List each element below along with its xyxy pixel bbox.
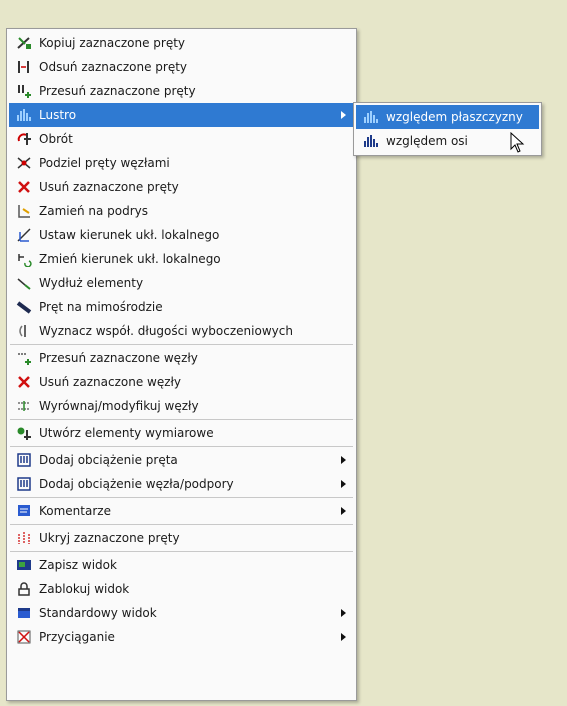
menu-item-comments[interactable]: Komentarze [9,499,354,523]
delete-bars-icon [13,175,35,199]
menu-item-align-nodes[interactable]: Wyrównaj/modyfikuj węzły [9,394,354,418]
menu-item-label: Zamień na podrys [39,204,149,218]
save-view-icon [13,553,35,577]
menu-item-hide-bars[interactable]: Ukryj zaznaczone pręty [9,526,354,550]
menu-item-move-nodes[interactable]: Przesuń zaznaczone węzły [9,346,354,370]
menu-item-extend-elements[interactable]: Wydłuż elementy [9,271,354,295]
menu-item-snap[interactable]: Przyciąganie [9,625,354,649]
snap-icon [13,625,35,649]
menu-item-label: Standardowy widok [39,606,157,620]
submenu-item-label: względem płaszczyzny [386,110,523,124]
menu-item-move-bars[interactable]: Przesuń zaznaczone pręty [9,79,354,103]
menu-item-label: Wyznacz współ. długości wyboczeniowych [39,324,293,338]
move-nodes-icon [13,346,35,370]
menu-item-label: Kopiuj zaznaczone pręty [39,36,186,50]
menu-item-node-load[interactable]: Dodaj obciążenie węzła/podpory [9,472,354,496]
menu-item-label: Zmień kierunek ukł. lokalnego [39,252,221,266]
menu-item-label: Ukryj zaznaczone pręty [39,531,180,545]
menu-item-label: Utwórz elementy wymiarowe [39,426,214,440]
menu-item-convert-underlay[interactable]: Zamień na podrys [9,199,354,223]
menu-item-delete-bars[interactable]: Usuń zaznaczone pręty [9,175,354,199]
menu-item-mirror[interactable]: Lustro [9,103,354,127]
menu-item-label: Przesuń zaznaczone pręty [39,84,196,98]
separator [10,446,353,447]
menu-item-label: Podziel pręty węzłami [39,156,170,170]
menu-item-label: Przyciąganie [39,630,115,644]
menu-item-label: Usuń zaznaczone pręty [39,180,179,194]
offset-bars-icon [13,55,35,79]
menu-item-standard-view[interactable]: Standardowy widok [9,601,354,625]
context-menu: Kopiuj zaznaczone pręty Odsuń zaznaczone… [6,28,357,701]
split-bars-icon [13,151,35,175]
menu-item-dimension-elements[interactable]: Utwórz elementy wymiarowe [9,421,354,445]
buckling-length-icon [13,319,35,343]
menu-item-delete-nodes[interactable]: Usuń zaznaczone węzły [9,370,354,394]
menu-item-label: Usuń zaznaczone węzły [39,375,182,389]
eccentric-bar-icon [13,295,35,319]
menu-item-lock-view[interactable]: Zablokuj widok [9,577,354,601]
separator [10,344,353,345]
hide-bars-icon [13,526,35,550]
menu-item-buckling-length[interactable]: Wyznacz współ. długości wyboczeniowych [9,319,354,343]
comment-icon [13,499,35,523]
menu-item-label: Zablokuj widok [39,582,130,596]
menu-item-label: Lustro [39,108,77,122]
submenu-item-label: względem osi [386,134,468,148]
menu-item-label: Wydłuż elementy [39,276,144,290]
submenu-arrow-icon [341,507,346,515]
menu-item-change-local-axis[interactable]: Zmień kierunek ukł. lokalnego [9,247,354,271]
menu-item-label: Ustaw kierunek ukł. lokalnego [39,228,220,242]
mouse-cursor-icon [510,132,525,153]
submenu-arrow-icon [341,609,346,617]
menu-item-label: Odsuń zaznaczone pręty [39,60,188,74]
submenu-arrow-icon [341,111,346,119]
extend-elements-icon [13,271,35,295]
rotate-icon [13,127,35,151]
menu-item-label: Dodaj obciążenie węzła/podpory [39,477,234,491]
menu-item-save-view[interactable]: Zapisz widok [9,553,354,577]
submenu-arrow-icon [341,480,346,488]
node-load-icon [13,472,35,496]
change-local-axis-icon [13,247,35,271]
menu-item-label: Przesuń zaznaczone węzły [39,351,198,365]
menu-item-rotate[interactable]: Obrót [9,127,354,151]
menu-item-eccentric-bar[interactable]: Pręt na mimośrodzie [9,295,354,319]
menu-item-split-bars[interactable]: Podziel pręty węzłami [9,151,354,175]
lock-view-icon [13,577,35,601]
menu-item-copy-bars[interactable]: Kopiuj zaznaczone pręty [9,31,354,55]
separator [10,551,353,552]
separator [10,497,353,498]
mirror-axis-icon [360,129,382,153]
mirror-icon [13,103,35,127]
menu-item-label: Dodaj obciążenie pręta [39,453,178,467]
move-bars-icon [13,79,35,103]
copy-bars-icon [13,31,35,55]
menu-item-set-local-axis[interactable]: Ustaw kierunek ukł. lokalnego [9,223,354,247]
menu-item-label: Komentarze [39,504,111,518]
menu-item-label: Wyrównaj/modyfikuj węzły [39,399,199,413]
submenu-arrow-icon [341,456,346,464]
convert-underlay-icon [13,199,35,223]
mirror-plane-icon [360,105,382,129]
bar-load-icon [13,448,35,472]
standard-view-icon [13,601,35,625]
delete-nodes-icon [13,370,35,394]
separator [10,524,353,525]
menu-item-label: Pręt na mimośrodzie [39,300,163,314]
dimension-elements-icon [13,421,35,445]
menu-item-label: Zapisz widok [39,558,117,572]
menu-item-offset-bars[interactable]: Odsuń zaznaczone pręty [9,55,354,79]
submenu-item-mirror-plane[interactable]: względem płaszczyzny [356,105,539,129]
separator [10,419,353,420]
submenu-arrow-icon [341,633,346,641]
align-nodes-icon [13,394,35,418]
menu-item-label: Obrót [39,132,73,146]
set-local-axis-icon [13,223,35,247]
menu-item-bar-load[interactable]: Dodaj obciążenie pręta [9,448,354,472]
